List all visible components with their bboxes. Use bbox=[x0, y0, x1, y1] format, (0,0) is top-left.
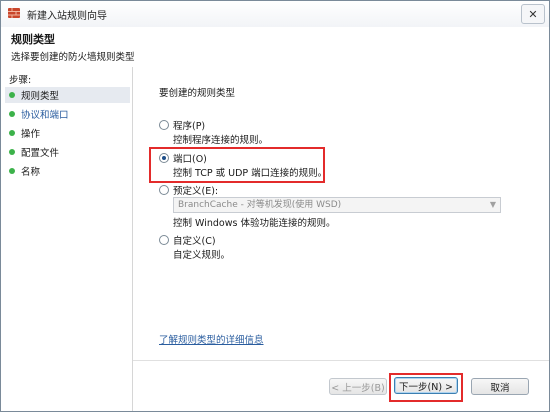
chevron-down-icon: ▼ bbox=[489, 200, 496, 209]
next-button-label: 下一步(N) > bbox=[399, 381, 453, 393]
main-panel: 要创建的规则类型 程序(P) 控制程序连接的规则。 端口(O) 控制 TCP 或… bbox=[133, 67, 549, 411]
page-header: 规则类型 选择要创建的防火墙规则类型 bbox=[1, 27, 549, 68]
predefined-radio[interactable] bbox=[159, 185, 169, 195]
port-option-title: 端口(O) bbox=[173, 154, 207, 165]
sidebar-item-label: 操作 bbox=[21, 129, 41, 140]
sidebar-item-profile[interactable]: 配置文件 bbox=[5, 144, 130, 160]
back-button[interactable]: < 上一步(B) bbox=[329, 378, 387, 395]
rule-type-question: 要创建的规则类型 bbox=[159, 88, 236, 99]
custom-radio[interactable] bbox=[159, 235, 169, 245]
footer-divider bbox=[133, 360, 549, 361]
firewall-app-icon bbox=[8, 8, 20, 18]
sidebar-item-label: 配置文件 bbox=[21, 148, 60, 159]
predefined-select[interactable]: BranchCache - 对等机发现(使用 WSD) ▼ bbox=[173, 197, 501, 213]
step-bullet-icon bbox=[9, 130, 15, 136]
step-bullet-icon bbox=[9, 168, 15, 174]
port-radio[interactable] bbox=[159, 153, 169, 163]
custom-option-desc: 自定义规则。 bbox=[173, 250, 231, 261]
page-subtitle: 选择要创建的防火墙规则类型 bbox=[11, 52, 135, 63]
custom-option-title: 自定义(C) bbox=[173, 236, 216, 247]
sidebar-item-label: 名称 bbox=[21, 167, 41, 178]
window-title: 新建入站规则向导 bbox=[27, 11, 107, 22]
title-bar: 新建入站规则向导 ✕ bbox=[1, 1, 549, 27]
wizard-window: 新建入站规则向导 ✕ 规则类型 选择要创建的防火墙规则类型 步骤: 规则类型 协… bbox=[0, 0, 550, 412]
cancel-button-label: 取消 bbox=[490, 382, 510, 394]
port-option-desc: 控制 TCP 或 UDP 端口连接的规则。 bbox=[173, 168, 328, 179]
next-button[interactable]: 下一步(N) > bbox=[394, 377, 458, 394]
predefined-option-desc: 控制 Windows 体验功能连接的规则。 bbox=[173, 218, 336, 229]
predefined-select-value: BranchCache - 对等机发现(使用 WSD) bbox=[178, 200, 342, 210]
step-bullet-icon bbox=[9, 111, 15, 117]
sidebar-item-protocol-ports[interactable]: 协议和端口 bbox=[5, 106, 130, 122]
program-option-title: 程序(P) bbox=[173, 121, 206, 132]
rule-types-help-link[interactable]: 了解规则类型的详细信息 bbox=[159, 332, 264, 346]
program-option-desc: 控制程序连接的规则。 bbox=[173, 135, 269, 146]
sidebar-item-label: 规则类型 bbox=[21, 91, 60, 102]
steps-label: 步骤: bbox=[9, 75, 32, 86]
step-bullet-icon bbox=[9, 92, 15, 98]
sidebar-item-name[interactable]: 名称 bbox=[5, 163, 130, 179]
close-icon: ✕ bbox=[528, 7, 538, 21]
sidebar-item-label: 协议和端口 bbox=[21, 110, 69, 121]
sidebar-item-action[interactable]: 操作 bbox=[5, 125, 130, 141]
program-radio[interactable] bbox=[159, 120, 169, 130]
cancel-button[interactable]: 取消 bbox=[471, 378, 529, 395]
close-button[interactable]: ✕ bbox=[521, 4, 545, 24]
page-title: 规则类型 bbox=[11, 33, 55, 46]
step-bullet-icon bbox=[9, 149, 15, 155]
back-button-label: < 上一步(B) bbox=[331, 382, 385, 394]
sidebar-item-rule-type[interactable]: 规则类型 bbox=[5, 87, 130, 103]
predefined-option-title: 预定义(E): bbox=[173, 186, 219, 197]
steps-sidebar: 步骤: 规则类型 协议和端口 操作 配置文件 名称 bbox=[1, 67, 133, 411]
